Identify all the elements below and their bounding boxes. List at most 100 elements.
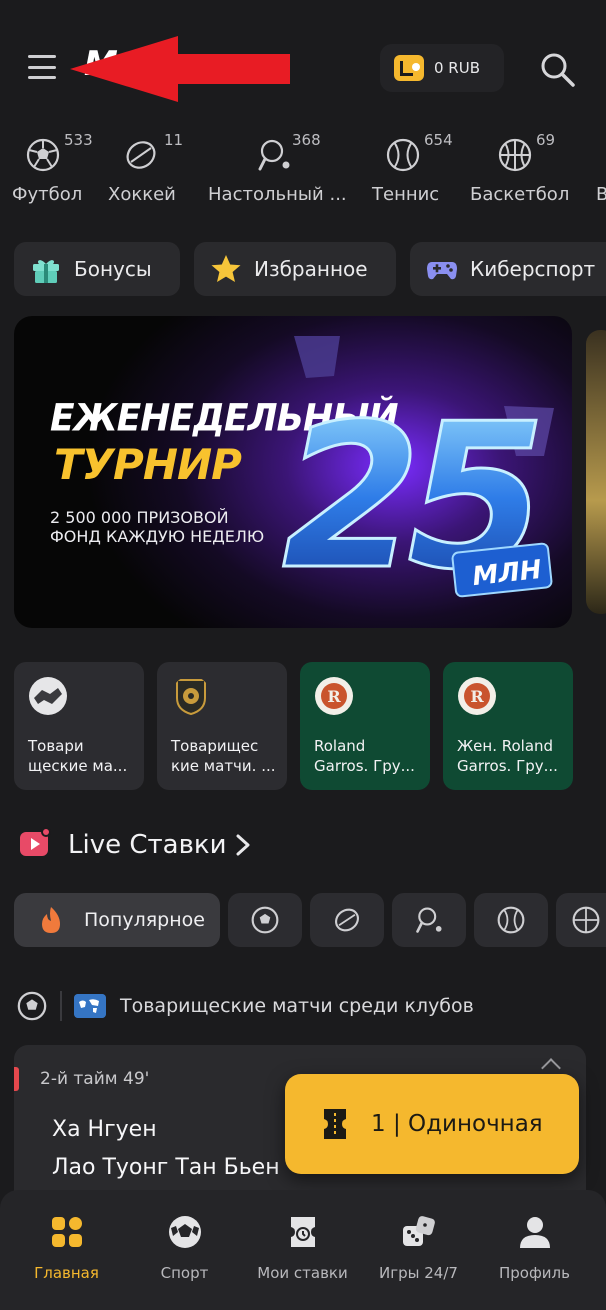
sport-label: Футбол bbox=[12, 184, 83, 205]
sport-count: 368 bbox=[292, 131, 321, 149]
trophy-icon bbox=[294, 336, 340, 378]
team-away: Лао Туонг Тан Бьен bbox=[52, 1155, 280, 1180]
soccer-ball-icon bbox=[26, 138, 60, 172]
handshake-icon bbox=[29, 677, 67, 715]
banner-subtitle: 2 500 000 ПРИЗОВОЙ ФОНД КАЖДУЮ НЕДЕЛЮ bbox=[50, 508, 265, 546]
search-icon[interactable] bbox=[538, 50, 578, 90]
gift-icon bbox=[33, 260, 59, 283]
chip-esports[interactable]: Киберспорт bbox=[410, 242, 606, 296]
basketball-icon bbox=[572, 906, 600, 934]
filter-hockey[interactable] bbox=[310, 893, 384, 947]
hamburger-icon-line bbox=[28, 76, 56, 79]
sport-label: Настольный ... bbox=[208, 184, 347, 205]
banner-25-million-art: 25 МЛН bbox=[281, 336, 554, 616]
sport-item-tennis[interactable]: 654 Теннис bbox=[360, 130, 460, 210]
wallet-deposit-icon bbox=[394, 55, 424, 81]
chevron-right-icon[interactable] bbox=[232, 832, 254, 858]
filter-basketball[interactable] bbox=[556, 893, 606, 947]
next-banner-peek[interactable] bbox=[586, 330, 606, 614]
league-name: Товарищеские матчи среди клубов bbox=[120, 995, 474, 1017]
team-home: Ха Нгуен bbox=[52, 1117, 157, 1142]
card-friendly-matches-2[interactable]: Товарищес кие матчи. ... bbox=[157, 662, 287, 790]
hockey-puck-icon bbox=[335, 908, 359, 932]
card-friendly-matches[interactable]: Товари щеские ма... bbox=[14, 662, 144, 790]
sport-count: 654 bbox=[424, 131, 453, 149]
hockey-puck-icon bbox=[126, 141, 156, 169]
top-bar: M 0 RUB bbox=[0, 0, 606, 120]
red-arrow-annotation bbox=[70, 36, 290, 102]
user-icon bbox=[519, 1217, 550, 1248]
nav-home[interactable]: Главная bbox=[6, 1190, 127, 1300]
filter-popular[interactable]: Популярное bbox=[14, 893, 220, 947]
sport-label: Баскетбол bbox=[470, 184, 570, 205]
betslip-label: 1 | Одиночная bbox=[371, 1111, 543, 1137]
nav-label: Профиль bbox=[499, 1264, 570, 1282]
card-label: Товарищес кие матчи. ... bbox=[171, 737, 276, 775]
nav-games[interactable]: Игры 24/7 bbox=[358, 1190, 479, 1300]
roland-garros-logo: R bbox=[458, 677, 496, 715]
chip-bonuses[interactable]: Бонусы bbox=[14, 242, 180, 296]
card-label: Жен. Roland Garros. Гру... bbox=[457, 737, 558, 775]
sport-count: 11 bbox=[164, 131, 184, 149]
ticket-icon bbox=[324, 1109, 346, 1139]
chip-label: Киберспорт bbox=[470, 257, 596, 281]
live-bets-title[interactable]: Live Ставки bbox=[68, 830, 227, 860]
chip-favorites[interactable]: Избранное bbox=[194, 242, 396, 296]
table-tennis-icon bbox=[416, 907, 442, 933]
dice-icon bbox=[402, 1216, 435, 1246]
gamepad-icon bbox=[427, 262, 457, 280]
star-icon bbox=[211, 255, 241, 282]
svg-text:R: R bbox=[470, 687, 484, 706]
live-tv-icon bbox=[20, 827, 51, 856]
chip-label: Избранное bbox=[254, 257, 368, 281]
sport-label: В bbox=[596, 184, 606, 205]
filter-tennis[interactable] bbox=[474, 893, 548, 947]
filter-table-tennis[interactable] bbox=[392, 893, 466, 947]
nav-label: Мои ставки bbox=[257, 1264, 348, 1282]
nav-my-bets[interactable]: Мои ставки bbox=[242, 1190, 363, 1300]
club-badge-icon bbox=[176, 679, 206, 716]
table-tennis-icon bbox=[258, 139, 290, 171]
nav-label: Спорт bbox=[160, 1264, 209, 1282]
promo-banner[interactable]: ЕЖЕНЕДЕЛЬНЫЙ ТУРНИР 2 500 000 ПРИЗОВОЙ Ф… bbox=[14, 316, 572, 628]
card-label: Roland Garros. Гру... bbox=[314, 737, 415, 775]
home-grid-icon bbox=[51, 1217, 82, 1247]
hamburger-icon-line bbox=[28, 65, 56, 69]
nav-label: Игры 24/7 bbox=[379, 1264, 458, 1282]
hamburger-icon bbox=[28, 55, 56, 58]
sport-item-football[interactable]: 533 Футбол bbox=[0, 130, 100, 210]
divider bbox=[60, 991, 62, 1021]
card-roland-garros[interactable]: R Roland Garros. Гру... bbox=[300, 662, 430, 790]
filter-label: Популярное bbox=[84, 909, 205, 931]
nav-label: Главная bbox=[34, 1264, 99, 1282]
hamburger-menu-button[interactable] bbox=[22, 50, 62, 84]
sport-count: 533 bbox=[64, 131, 93, 149]
banner-title-highlight: ТУРНИР bbox=[54, 440, 242, 489]
soccer-ball-icon bbox=[251, 906, 279, 934]
sports-row: 533 Футбол 11 Хоккей 368 Настольный ... … bbox=[0, 130, 606, 210]
card-womens-roland-garros[interactable]: R Жен. Roland Garros. Гру... bbox=[443, 662, 573, 790]
sport-label: Хоккей bbox=[108, 184, 176, 205]
sport-item-table-tennis[interactable]: 368 Настольный ... bbox=[200, 130, 350, 210]
filter-football[interactable] bbox=[228, 893, 302, 947]
live-indicator bbox=[14, 1067, 19, 1091]
bottom-navigation: Главная Спорт Мои ставки Игры 24/7 Профи… bbox=[0, 1190, 606, 1310]
fire-icon bbox=[42, 907, 60, 933]
betslip-button[interactable]: 1 | Одиночная bbox=[285, 1074, 579, 1174]
ticket-clock-icon bbox=[290, 1217, 315, 1247]
soccer-ball-icon bbox=[17, 991, 47, 1021]
balance-button[interactable]: 0 RUB bbox=[380, 44, 504, 92]
chip-label: Бонусы bbox=[74, 257, 152, 281]
sport-item-partial[interactable]: В bbox=[590, 130, 606, 210]
sport-item-hockey[interactable]: 11 Хоккей bbox=[100, 130, 200, 210]
card-label: Товари щеские ма... bbox=[28, 737, 128, 775]
tennis-ball-icon bbox=[497, 906, 525, 934]
sport-item-basketball[interactable]: 69 Баскетбол bbox=[466, 130, 576, 210]
nav-sport[interactable]: Спорт bbox=[124, 1190, 245, 1300]
nav-profile[interactable]: Профиль bbox=[474, 1190, 595, 1300]
world-map-icon bbox=[74, 994, 106, 1018]
balance-amount: 0 RUB bbox=[434, 59, 481, 77]
league-row[interactable]: Товарищеские матчи среди клубов bbox=[16, 986, 606, 1026]
soccer-ball-icon bbox=[168, 1216, 201, 1248]
sport-count: 69 bbox=[536, 131, 556, 149]
